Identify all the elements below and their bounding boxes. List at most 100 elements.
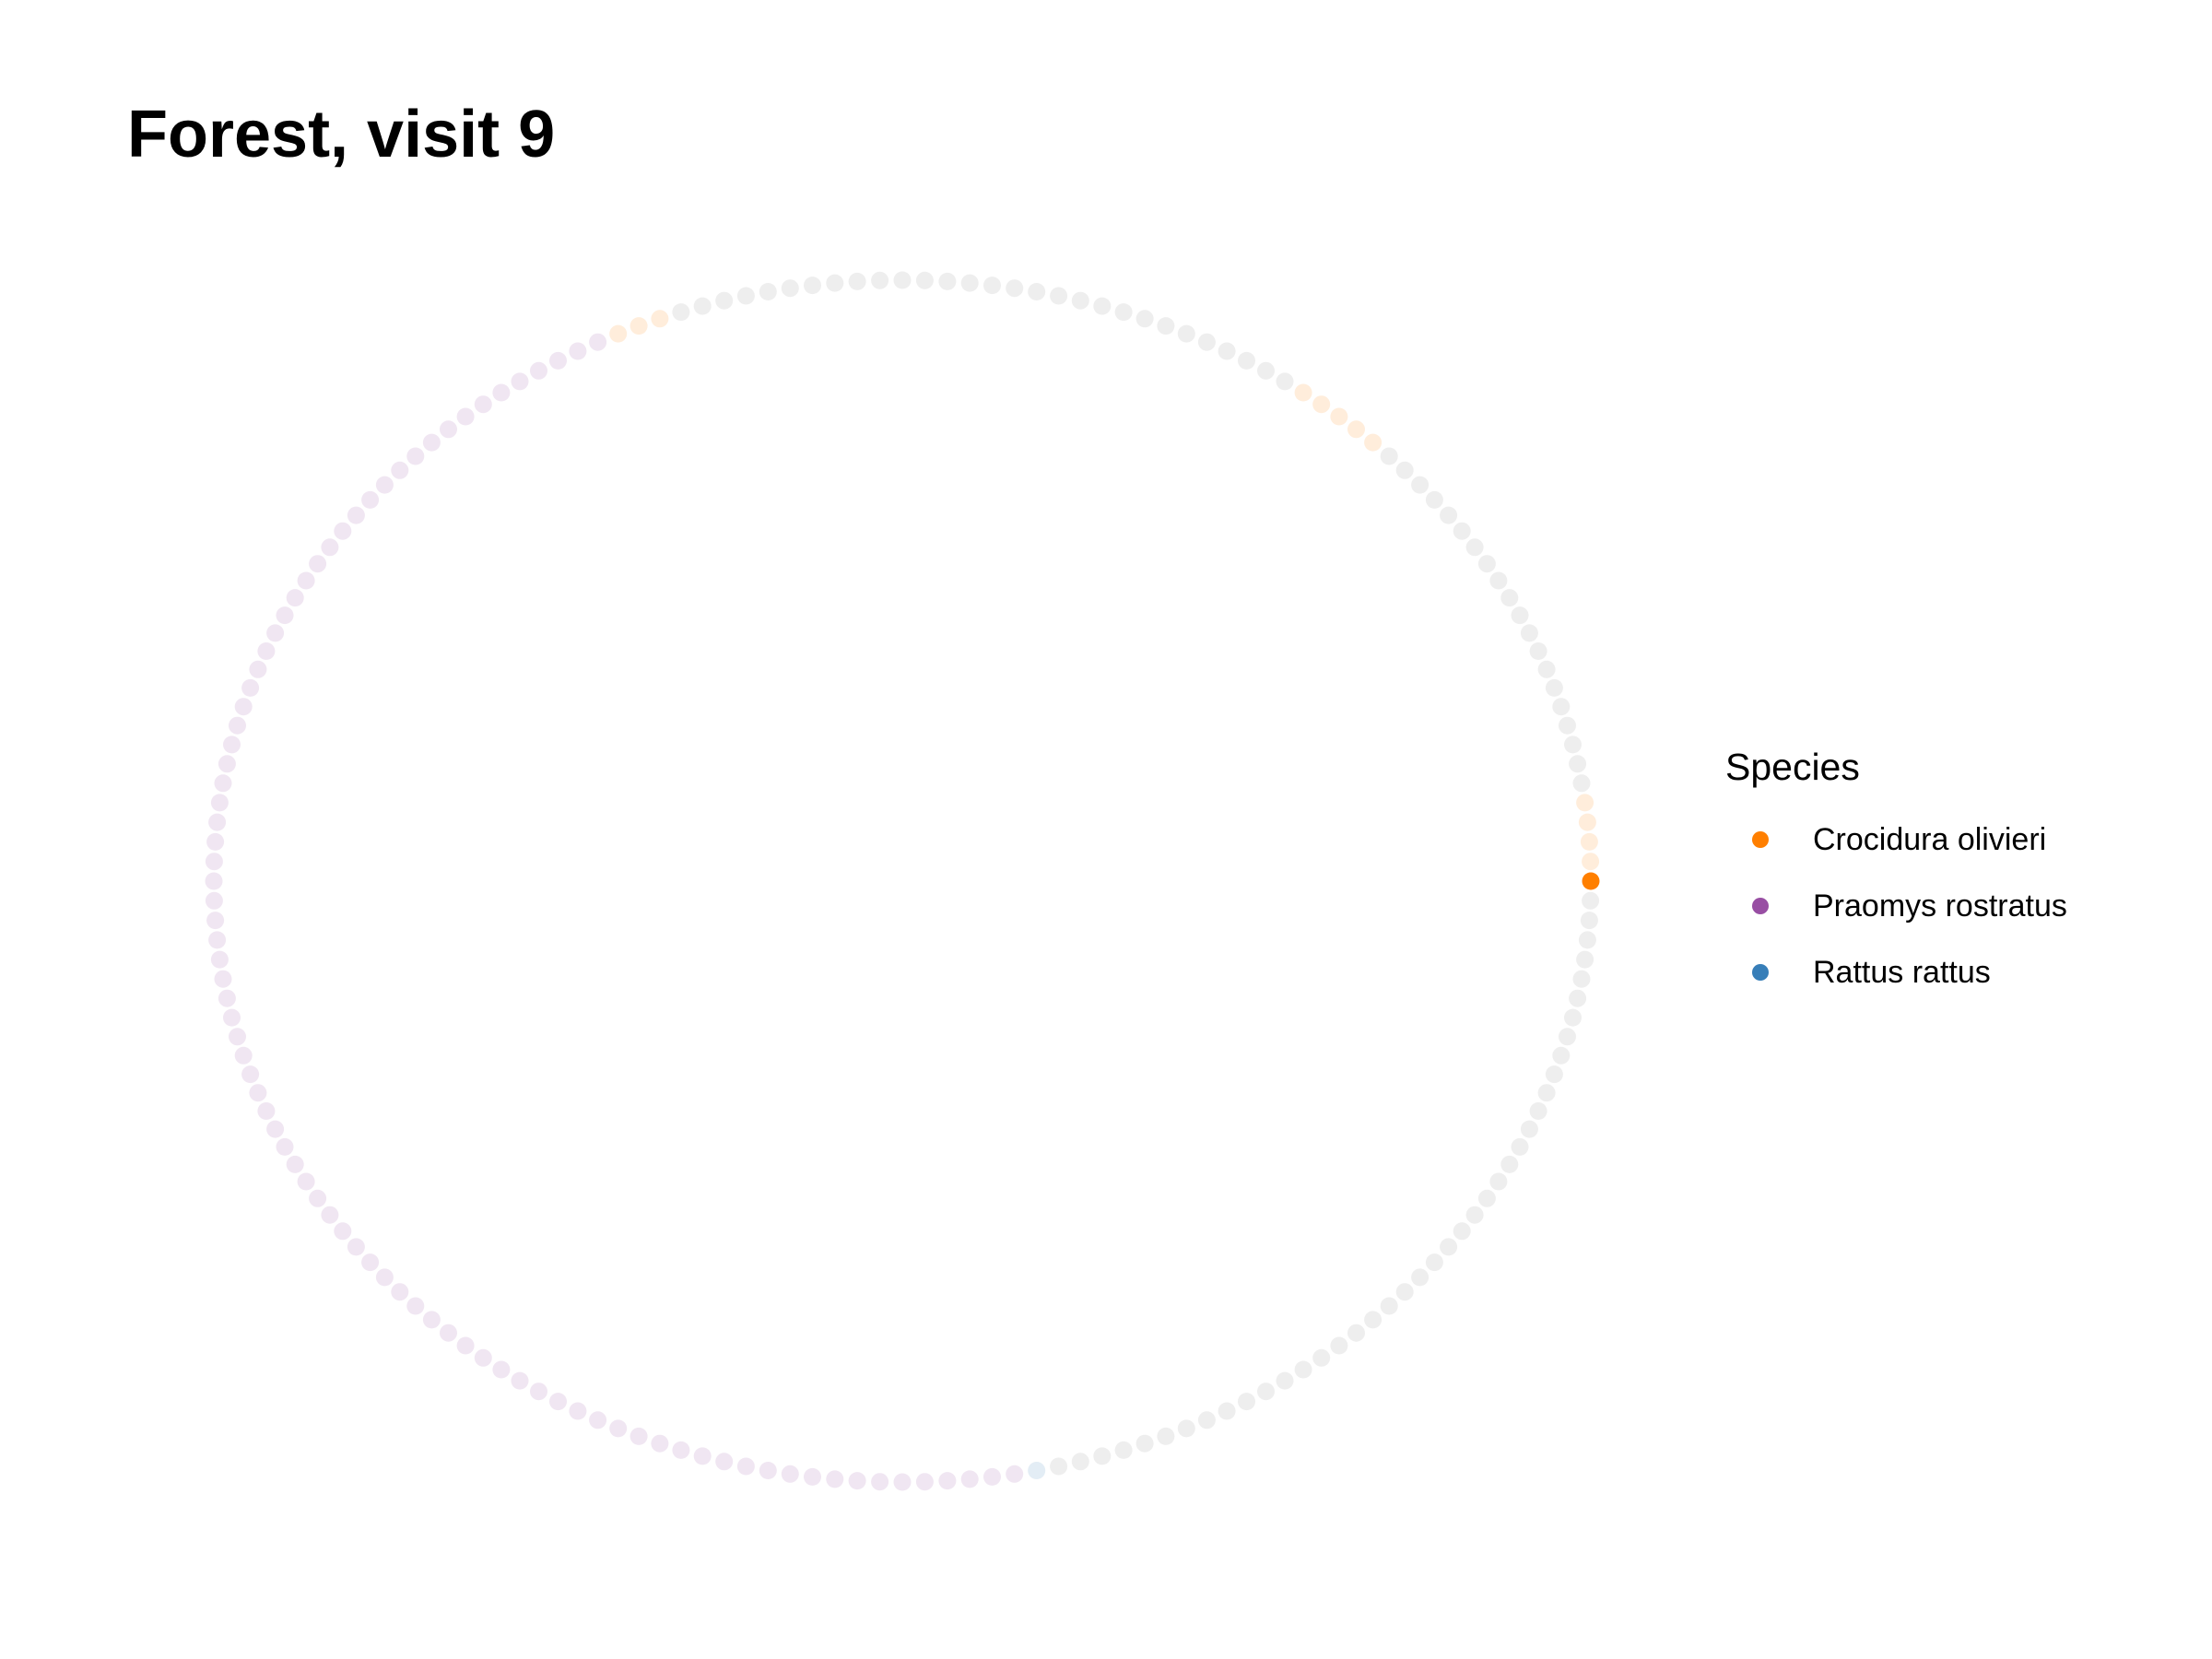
ring-point — [1330, 407, 1348, 426]
ring-point — [321, 1206, 339, 1224]
ring-point — [1411, 1268, 1430, 1287]
ring-point — [266, 1120, 285, 1138]
ring-point — [208, 931, 227, 949]
legend-key — [1752, 898, 1769, 914]
ring-point — [569, 342, 587, 360]
ring-point — [1453, 1222, 1471, 1241]
ring-point — [1276, 372, 1294, 391]
ring-point — [205, 891, 223, 910]
ring-point — [960, 274, 979, 292]
ring-point — [1425, 1253, 1443, 1272]
ring-point — [391, 1283, 409, 1301]
ring-point — [1050, 1457, 1068, 1476]
ring-point — [781, 1465, 799, 1483]
ring-point — [406, 1297, 425, 1315]
ring-point — [1489, 571, 1508, 590]
ring-point — [511, 372, 529, 391]
ring-point — [511, 1371, 529, 1390]
ring-point — [938, 1472, 957, 1490]
ring-point — [241, 1065, 260, 1084]
ring-point — [1197, 333, 1216, 351]
ring-point — [334, 1222, 352, 1241]
ring-point — [960, 1470, 979, 1488]
ring-point — [286, 589, 304, 607]
ring-point — [1093, 1447, 1112, 1465]
ring-point — [589, 1411, 607, 1430]
legend: Species Crocidura olivieri Praomys rostr… — [1725, 748, 2067, 1006]
ring-point — [276, 606, 294, 625]
ring-point — [474, 395, 492, 414]
ring-point — [210, 794, 229, 812]
ring-point — [589, 333, 607, 351]
ring-point — [1347, 420, 1365, 439]
ring-point — [208, 813, 227, 831]
ring-point — [1520, 1120, 1538, 1138]
ring-point — [715, 291, 734, 310]
legend-key — [1752, 964, 1769, 981]
ring-point — [257, 1102, 276, 1120]
ring-point — [474, 1348, 492, 1367]
ring-point — [893, 271, 912, 289]
legend-label: Praomys rostratus — [1813, 888, 2067, 924]
ring-point — [1500, 1155, 1519, 1173]
ring-point — [347, 506, 365, 524]
ring-point — [492, 1360, 511, 1379]
ring-point — [375, 476, 394, 494]
ring-point — [1511, 1137, 1529, 1156]
ring-point — [1572, 774, 1591, 793]
ring-point — [1559, 716, 1576, 735]
ring-point — [1071, 291, 1089, 310]
ring-point — [456, 407, 475, 426]
ring-point — [1114, 303, 1133, 322]
ring-point — [422, 1311, 441, 1329]
ring-point — [1380, 1297, 1398, 1315]
ring-point — [1294, 1360, 1312, 1379]
ring-point — [1006, 279, 1024, 298]
ring-point — [205, 872, 223, 890]
ring-point — [440, 420, 457, 439]
ring-point — [871, 271, 889, 289]
ring-point — [1157, 317, 1175, 335]
ring-point — [1364, 433, 1382, 452]
ring-point — [229, 716, 246, 735]
ring-point — [334, 522, 352, 540]
ring-point — [249, 1084, 267, 1102]
ring-point — [672, 1441, 690, 1459]
ring-point — [1582, 853, 1600, 871]
ring-point — [1580, 832, 1598, 851]
ring-point — [223, 735, 241, 754]
ring-point — [848, 272, 866, 290]
ring-point — [1257, 361, 1275, 380]
ring-point — [871, 1473, 889, 1491]
ring-point — [347, 1238, 365, 1256]
ring-point — [1529, 642, 1547, 660]
ring-point — [1465, 1206, 1484, 1224]
legend-label: Rattus rattus — [1813, 954, 1991, 990]
ring-point — [1157, 1427, 1175, 1445]
ring-point — [915, 271, 934, 289]
ring-point — [1071, 1453, 1089, 1471]
ring-point — [983, 1467, 1001, 1486]
ring-point — [1578, 813, 1596, 831]
ring-point — [915, 1473, 934, 1491]
ring-point — [549, 1393, 567, 1411]
ring-point — [223, 1008, 241, 1027]
ring-point — [530, 1382, 547, 1401]
legend-label: Crocidura olivieri — [1813, 821, 2047, 857]
ring-point — [1312, 395, 1331, 414]
ring-point — [1545, 678, 1563, 697]
ring-point — [321, 538, 339, 557]
ring-point — [1552, 698, 1571, 716]
ring-point — [214, 970, 232, 988]
ring-point — [1028, 1462, 1046, 1479]
ring-point — [1576, 950, 1594, 969]
ring-point — [1312, 1348, 1331, 1367]
ring-point — [286, 1155, 304, 1173]
ring-point — [1576, 794, 1594, 812]
ring-point — [206, 912, 225, 930]
ring-point — [609, 1419, 628, 1438]
ring-point — [1050, 287, 1068, 305]
ring-point — [276, 1137, 294, 1156]
ring-point — [1453, 522, 1471, 540]
ring-point — [218, 755, 236, 773]
